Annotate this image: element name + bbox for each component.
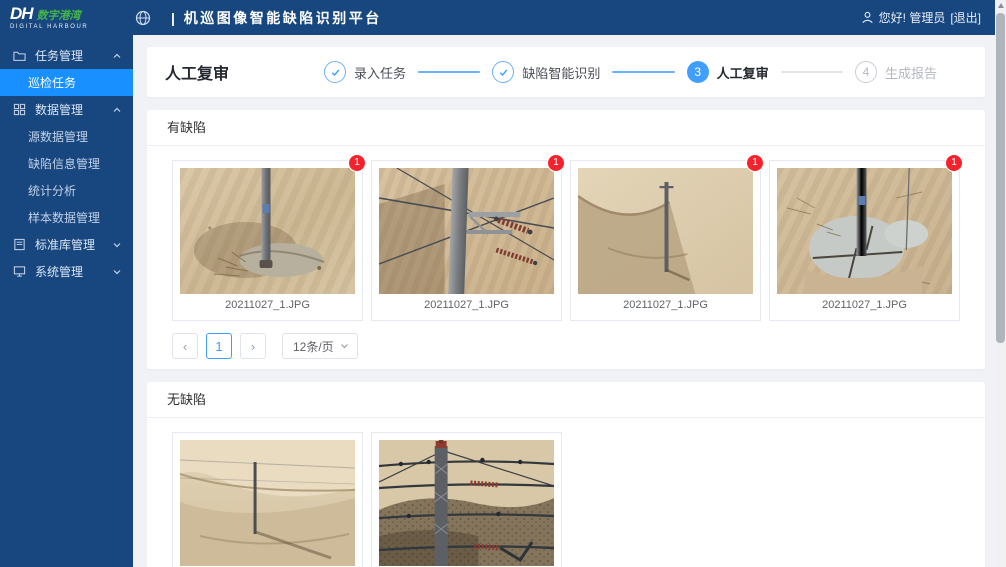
defective-pagination: ‹ 1 › 12条/页 [172, 333, 961, 359]
defect-count-badge: 1 [349, 155, 365, 171]
step-manual-review: 3 人工复审 [687, 61, 769, 83]
monitor-icon [13, 265, 26, 278]
sidebar-group-system-management[interactable]: 系统管理 [0, 258, 133, 285]
clean-section-title: 无缺陷 [147, 382, 985, 418]
step-connector [781, 71, 843, 73]
sidebar-group-label: 标准库管理 [35, 236, 95, 253]
photo-pole-in-sand [180, 168, 355, 294]
page-size-value: 12条/页 [293, 338, 334, 355]
grid-icon [13, 103, 26, 116]
chevron-down-icon [340, 343, 349, 349]
sidebar-item-label: 缺陷信息管理 [28, 155, 100, 172]
library-icon [13, 238, 26, 251]
logo-name-cn: 数字港湾 [37, 7, 81, 23]
app-root: DH 数字港湾 DIGITAL HARBOUR | 机巡图像智能缺陷识别平台 您… [0, 0, 1006, 567]
image-filename: 20211027_1.JPG [180, 297, 355, 313]
sidebar-group-label: 任务管理 [35, 47, 83, 64]
sidebar-item-label: 巡检任务 [28, 74, 76, 91]
top-header: DH 数字港湾 DIGITAL HARBOUR | 机巡图像智能缺陷识别平台 您… [0, 0, 995, 35]
step-enter-task: 录入任务 [324, 61, 406, 83]
step-label: 缺陷智能识别 [522, 63, 600, 82]
defect-image-card-2[interactable]: 1 20211027_1.JPG [371, 160, 562, 321]
defect-count-badge: 1 [747, 155, 763, 171]
main-content: 人工复审 录入任务 缺 [133, 35, 995, 567]
sidebar-item-defect-info[interactable]: 缺陷信息管理 [0, 150, 133, 177]
sidebar-item-statistics[interactable]: 统计分析 [0, 177, 133, 204]
photo-smooth-dunes-pole [180, 440, 355, 566]
pagination-page-1-button[interactable]: 1 [206, 333, 232, 359]
wizard-steps: 录入任务 缺陷智能识别 3 人工复审 [324, 61, 937, 83]
sidebar-item-source-data[interactable]: 源数据管理 [0, 123, 133, 150]
photo-pole-top-wires [379, 440, 554, 566]
clean-section-card: 无缺陷 [147, 382, 985, 567]
step-check-circle [324, 61, 346, 83]
step-label: 录入任务 [354, 63, 406, 82]
clean-image-card-1[interactable]: 20211027_1.JPG [172, 432, 363, 567]
vertical-scrollbar[interactable] [995, 0, 1006, 567]
chevron-down-icon [113, 242, 121, 248]
chevron-up-icon [113, 107, 121, 113]
page-size-select[interactable]: 12条/页 [282, 333, 358, 359]
scroll-up-arrow[interactable] [998, 3, 1004, 8]
photo-pole-broken-base [777, 168, 952, 294]
photo-crossarm-closeup [379, 168, 554, 294]
step-label: 人工复审 [717, 63, 769, 82]
sidebar-group-label: 系统管理 [35, 263, 83, 280]
user-greeting: 您好! 管理员 [879, 9, 946, 26]
scrollbar-thumb[interactable] [996, 13, 1005, 343]
chevron-up-icon [113, 53, 121, 59]
check-icon [498, 67, 509, 78]
sidebar-group-task-management[interactable]: 任务管理 [0, 42, 133, 69]
sidebar-group-standard-library[interactable]: 标准库管理 [0, 231, 133, 258]
defective-section-card: 有缺陷 [147, 110, 985, 369]
logo-abbr: DH [10, 5, 33, 22]
sidebar-item-sample-data[interactable]: 样本数据管理 [0, 204, 133, 231]
defect-image-card-4[interactable]: 1 20211027_1.JPG [769, 160, 960, 321]
sidebar-group-label: 数据管理 [35, 101, 83, 118]
sidebar-group-data-management[interactable]: 数据管理 [0, 96, 133, 123]
defective-thumb-row: 1 20211027_1.JPG [172, 160, 961, 321]
photo-dune-thin-pole [578, 168, 753, 294]
image-filename: 20211027_1.JPG [777, 297, 952, 313]
page-title: 人工复审 [165, 60, 229, 84]
step-generate-report: 4 生成报告 [855, 61, 937, 83]
logo-name-en: DIGITAL HARBOUR [10, 23, 127, 31]
defective-section-title: 有缺陷 [147, 110, 985, 146]
check-icon [330, 67, 341, 78]
step-connector [418, 71, 480, 73]
defect-image-card-1[interactable]: 1 20211027_1.JPG [172, 160, 363, 321]
clean-image-card-2[interactable]: 20211027_1.JPG [371, 432, 562, 567]
sidebar: 任务管理 巡检任务 数据管理 源数据管理 缺陷信息管理 [0, 35, 133, 567]
globe-icon[interactable] [135, 10, 151, 26]
review-stepper-card: 人工复审 录入任务 缺 [147, 47, 985, 97]
step-label: 生成报告 [885, 63, 937, 82]
defect-count-badge: 1 [946, 155, 962, 171]
defect-image-card-3[interactable]: 1 20211027_1.JPG [570, 160, 761, 321]
app-title: | 机巡图像智能缺陷识别平台 [171, 8, 382, 28]
folder-icon [13, 49, 26, 62]
pagination-next-button[interactable]: › [240, 333, 266, 359]
clean-thumb-row: 20211027_1.JPG [172, 432, 961, 567]
logout-link[interactable]: [退出] [950, 9, 981, 26]
brand-logo[interactable]: DH 数字港湾 DIGITAL HARBOUR [0, 0, 133, 35]
defect-count-badge: 1 [548, 155, 564, 171]
step-number-circle: 4 [855, 61, 877, 83]
chevron-down-icon [113, 269, 121, 275]
user-icon [861, 11, 874, 24]
sidebar-item-label: 源数据管理 [28, 128, 88, 145]
step-connector [612, 71, 674, 73]
sidebar-item-label: 样本数据管理 [28, 209, 100, 226]
sidebar-item-inspection-task[interactable]: 巡检任务 [0, 69, 133, 96]
image-filename: 20211027_1.JPG [379, 297, 554, 313]
step-ai-detection: 缺陷智能识别 [492, 61, 600, 83]
step-check-circle [492, 61, 514, 83]
pagination-prev-button[interactable]: ‹ [172, 333, 198, 359]
image-filename: 20211027_1.JPG [578, 297, 753, 313]
sidebar-item-label: 统计分析 [28, 182, 76, 199]
step-number-circle: 3 [687, 61, 709, 83]
